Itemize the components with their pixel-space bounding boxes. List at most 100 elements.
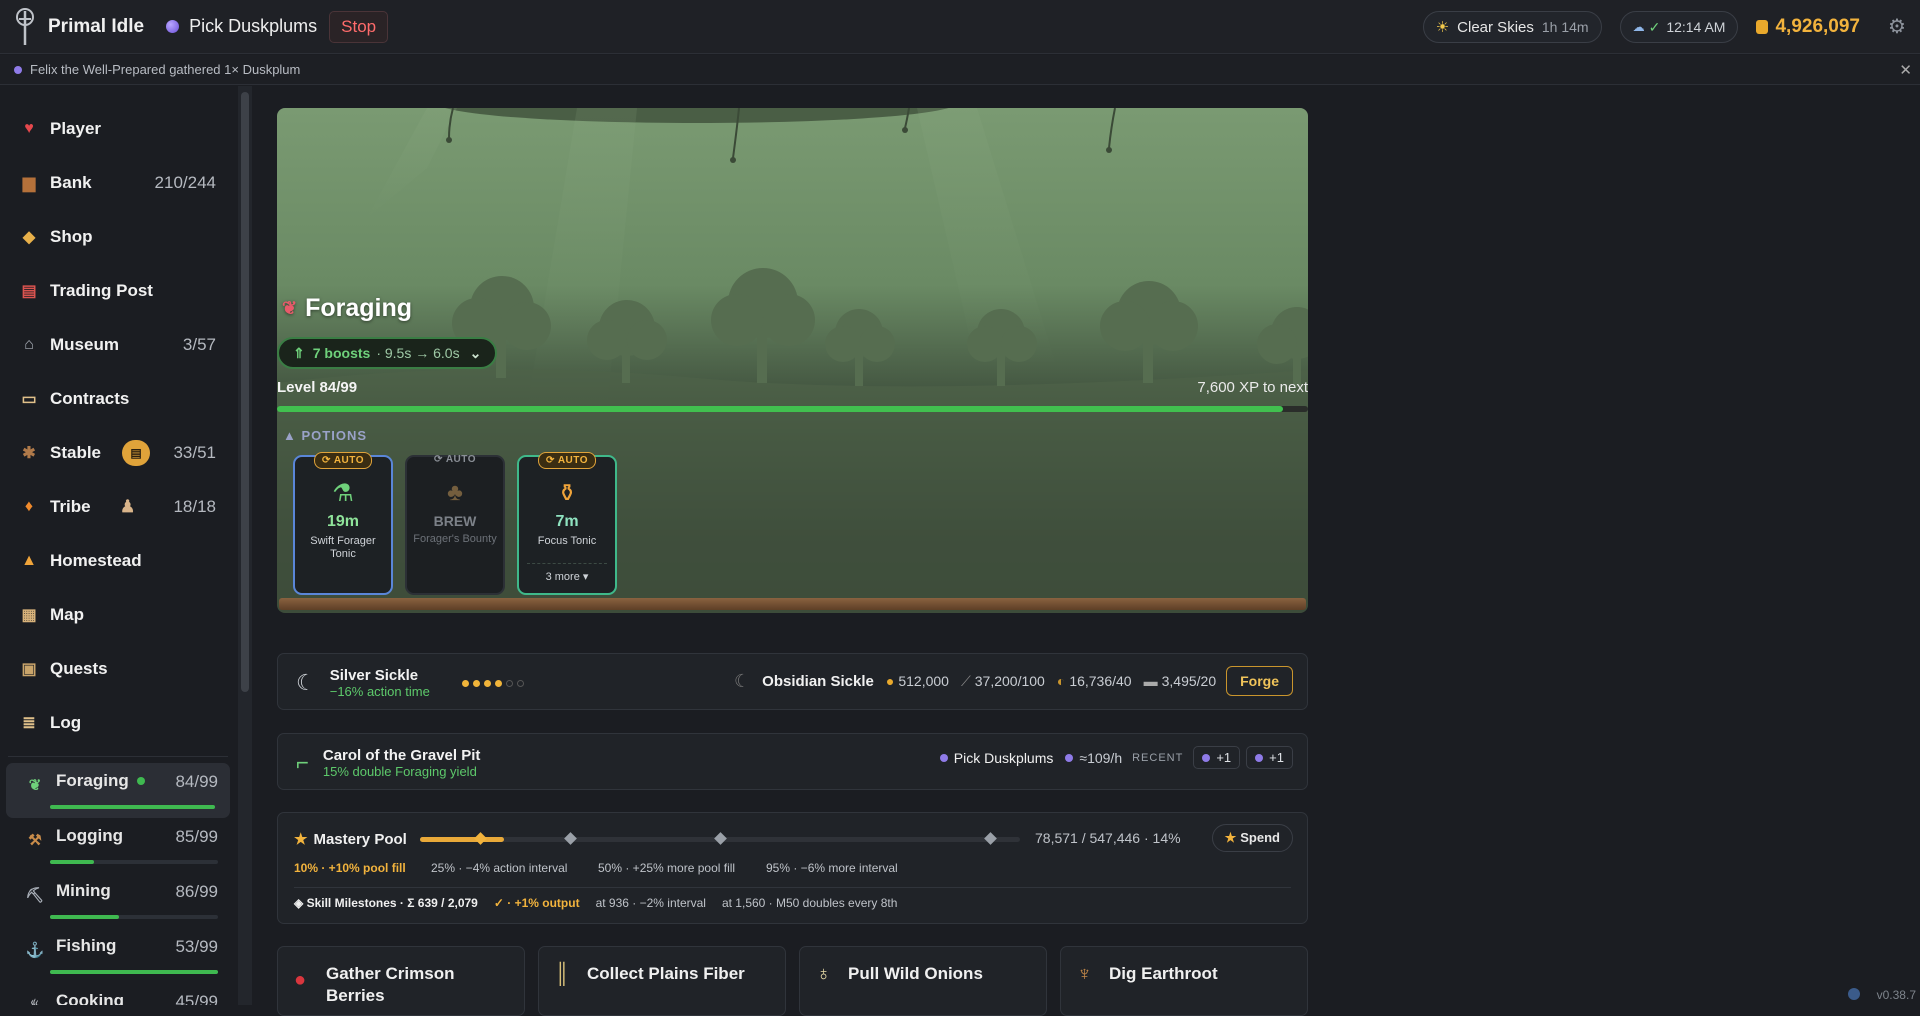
skill-label: Cooking [56, 991, 124, 1005]
sidebar-item-count: 210/244 [154, 173, 216, 192]
stop-button[interactable]: Stop [329, 10, 389, 43]
action-card-wild-onions[interactable]: ♁ Pull Wild Onions [799, 946, 1047, 1016]
sidebar-skill-cooking[interactable]: ♨ Cooking 45/99 [6, 983, 230, 1005]
sidebar-skill-mining[interactable]: ⛏ Mining 86/99 [6, 873, 230, 928]
more-potions-toggle[interactable]: 3 more ▾ [527, 563, 607, 583]
potion-slot-foragers-bounty[interactable]: ⟳ AUTO ♣ BREW Forager's Bounty [405, 452, 505, 595]
sidebar-item-trading-post[interactable]: ▤ Trading Post [0, 264, 236, 318]
weather-duration: 1h 14m [1541, 19, 1589, 35]
skill-title: ❦ Foraging [282, 294, 412, 323]
foraging-icon: ❦ [28, 777, 42, 794]
auto-tag[interactable]: ⟳ AUTO [538, 452, 596, 469]
sidebar-item-player[interactable]: ♥ Player [0, 102, 236, 156]
sidebar-divider [8, 756, 228, 757]
bar-icon: ▬ [1143, 673, 1158, 689]
duskplum-dot-icon [1065, 753, 1074, 762]
skill-milestones-label: ◈ Skill Milestones · Σ 639 / 2,079 [294, 896, 478, 910]
tool-panel: ☾ Silver Sickle −16% action time ☾ Obsid… [277, 653, 1308, 710]
sidebar-item-log[interactable]: ≣ Log [0, 696, 236, 750]
spend-button[interactable]: ★ Spend [1211, 824, 1293, 852]
boosts-dropdown[interactable]: ⇑ 7 boosts · 9.5s → 6.0s ⌄ [277, 337, 498, 369]
sidebar-item-tribe[interactable]: ♦ Tribe ♟ 18/18 [0, 480, 236, 534]
sidebar-skill-foraging[interactable]: ❦ Foraging 84/99 [6, 763, 230, 818]
stable-alert-badge[interactable]: ▤ [122, 440, 150, 466]
axe-icon: ⚒ [28, 832, 42, 849]
auto-tag[interactable]: ⟳ AUTO [427, 452, 483, 467]
app-logo-icon [16, 7, 34, 45]
auto-tag[interactable]: ⟳ AUTO [314, 452, 372, 469]
potion-flask-icon: ▲ [283, 428, 297, 443]
action-card-crimson-berries[interactable]: ● Gather Crimson Berries [277, 946, 525, 1016]
skill-progress-bar [50, 970, 218, 974]
boost-arrow-icon: ⇑ [293, 344, 305, 361]
fiber-icon: ║ [555, 963, 570, 985]
brand[interactable]: Primal Idle [10, 7, 144, 47]
activity-notice: Felix the Well-Prepared gathered 1× Dusk… [0, 55, 1920, 85]
milestone-next: at 936 · −2% interval [595, 896, 706, 910]
weather-pill[interactable]: ☀ Clear Skies 1h 14m [1422, 11, 1602, 43]
sidebar-item-stable[interactable]: ✱ Stable ▤ 33/51 [0, 426, 236, 480]
sidebar-skill-fishing[interactable]: ⚓ Fishing 53/99 [6, 928, 230, 983]
sidebar-item-count: 33/51 [173, 443, 216, 462]
star-icon: ★ [294, 831, 308, 848]
orange-bottle-icon: ⚱ [556, 480, 578, 507]
potion-slot-focus-tonic[interactable]: ⟳ AUTO ⚱ 7m Focus Tonic 3 more ▾ [517, 452, 617, 595]
duskplum-dot-icon [1255, 753, 1264, 762]
sidebar-item-label: Player [50, 119, 102, 138]
sidebar-scrollbar-thumb[interactable] [241, 92, 249, 692]
berry-icon: ● [294, 969, 307, 991]
settings-gear-icon[interactable]: ⚙ [1886, 16, 1908, 38]
clock-pill[interactable]: ☁ ✓ 12:14 AM [1619, 11, 1739, 43]
sidebar-item-map[interactable]: ▦ Map [0, 588, 236, 642]
xp-progress-bar [277, 406, 1308, 412]
sidebar-item-shop[interactable]: ◆ Shop [0, 210, 236, 264]
sidebar-item-label: Contracts [50, 389, 130, 408]
action-label: Dig Earthroot [1109, 964, 1218, 983]
stick-icon: ⟋ [960, 672, 971, 689]
skill-level: 45/99 [175, 992, 218, 1005]
sidebar-skill-logging[interactable]: ⚒ Logging 85/99 [6, 818, 230, 873]
app-title: Primal Idle [48, 15, 145, 37]
gold-amount: 4,926,097 [1775, 16, 1860, 37]
sidebar-item-museum[interactable]: ⌂ Museum 3/57 [0, 318, 236, 372]
skill-progress-bar [50, 860, 218, 864]
museum-icon: ⌂ [24, 336, 34, 353]
weather-label: Clear Skies [1457, 18, 1534, 36]
upgrade-cost-material-c: 3,495/20 [1161, 673, 1217, 689]
threshold-marker [714, 832, 727, 845]
gold-counter: 4,926,097 [1756, 16, 1860, 38]
duskplum-icon [166, 20, 180, 33]
threshold-marker [984, 832, 997, 845]
star-icon: ★ [1224, 830, 1237, 845]
tier-dot [494, 679, 502, 687]
heart-icon: ♥ [24, 120, 34, 137]
mastery-title: Mastery Pool [313, 830, 407, 848]
action-label: Collect Plains Fiber [587, 964, 745, 983]
skill-title-text: Foraging [305, 294, 413, 322]
sidebar-item-quests[interactable]: ▣ Quests [0, 642, 236, 696]
duskplum-dot-icon [14, 65, 22, 74]
green-vial-icon: ⚗ [332, 480, 354, 507]
sidebar-item-contracts[interactable]: ▭ Contracts [0, 372, 236, 426]
potion-time: 19m [326, 513, 360, 530]
sidebar-item-bank[interactable]: ▆ Bank 210/244 [0, 156, 236, 210]
sidebar-item-homestead[interactable]: ▲ Homestead [0, 534, 236, 588]
skill-label: Fishing [56, 936, 117, 955]
close-icon[interactable]: ✕ [1899, 61, 1912, 79]
action-card-earthroot[interactable]: ♆ Dig Earthroot [1060, 946, 1308, 1016]
tier-dot [472, 679, 480, 687]
tier-dot [505, 679, 513, 687]
store-icon: ▤ [21, 283, 37, 300]
milestone-done: ✓ · +1% output [493, 896, 580, 910]
forge-button[interactable]: Forge [1226, 666, 1293, 696]
companion-action: Pick Duskplums [953, 749, 1054, 766]
scroll-icon: ▭ [21, 391, 37, 408]
info-icon[interactable] [1848, 988, 1860, 1000]
tool-bonus: −16% action time [329, 684, 430, 699]
action-card-plains-fiber[interactable]: ║ Collect Plains Fiber [538, 946, 786, 1016]
foraging-flower-icon: ❦ [282, 298, 298, 318]
sidebar-item-label: Stable [50, 443, 102, 462]
sidebar-item-label: Log [50, 713, 82, 732]
potion-slot-swift-forager[interactable]: ⟳ AUTO ⚗ 19m Swift Forager Tonic [293, 452, 393, 595]
skill-level: 53/99 [175, 937, 218, 956]
